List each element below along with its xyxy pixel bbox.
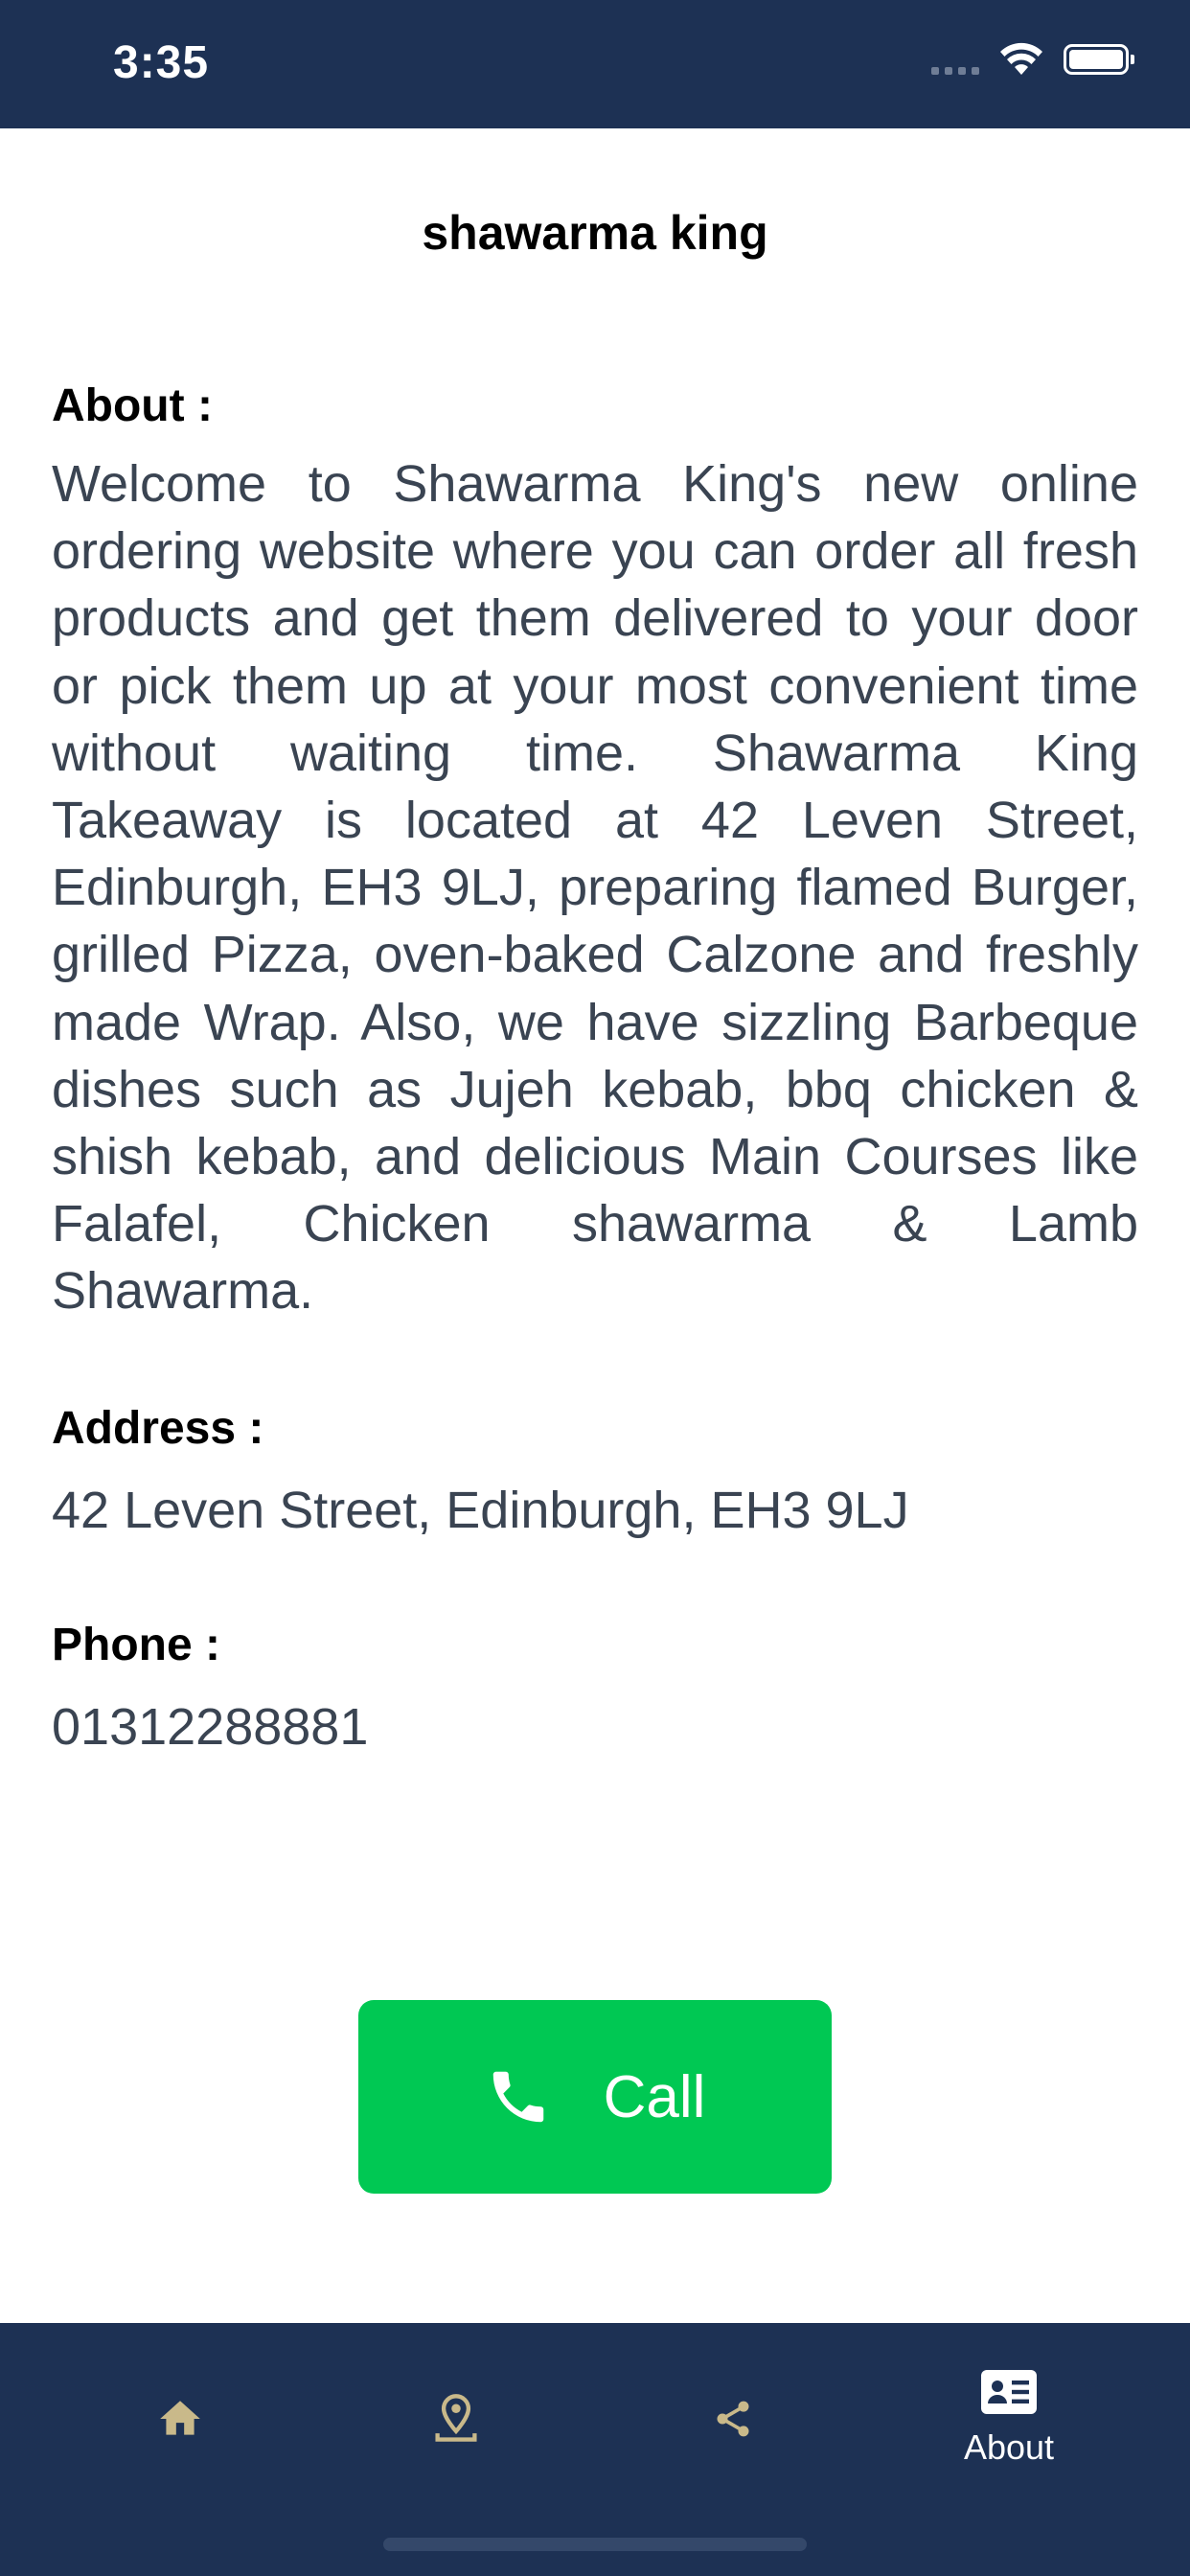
cellular-signal-icon	[931, 67, 979, 75]
phone-value: 01312288881	[52, 1697, 369, 1756]
call-button-label: Call	[603, 2063, 706, 2130]
status-indicators	[931, 42, 1134, 77]
page-title: shawarma king	[422, 206, 768, 260]
address-value: 42 Leven Street, Edinburgh, EH3 9LJ	[52, 1481, 909, 1539]
wifi-icon	[1000, 42, 1042, 75]
about-description: Welcome to Shawarma King's new online or…	[52, 455, 1138, 1321]
status-time: 3:35	[113, 37, 210, 88]
tab-about[interactable]: About	[870, 2323, 1148, 2515]
tab-location[interactable]	[317, 2323, 595, 2515]
phone-label: Phone :	[52, 1619, 220, 1670]
contact-card-icon	[981, 2370, 1037, 2414]
share-icon	[717, 2401, 749, 2437]
tab-about-label: About	[963, 2427, 1055, 2467]
phone-icon	[492, 2071, 543, 2123]
home-icon	[160, 2401, 200, 2435]
tab-share[interactable]	[594, 2323, 872, 2515]
tab-home[interactable]	[41, 2323, 319, 2515]
call-button[interactable]: Call	[358, 2000, 832, 2194]
home-indicator[interactable]	[383, 2538, 807, 2551]
about-label: About :	[52, 380, 213, 431]
status-bar: 3:35	[0, 0, 1190, 128]
location-pin-icon	[435, 2394, 477, 2442]
address-label: Address :	[52, 1402, 264, 1454]
battery-icon	[1064, 44, 1134, 75]
about-content: About : Welcome to Shawarma King's new o…	[52, 378, 1138, 1759]
